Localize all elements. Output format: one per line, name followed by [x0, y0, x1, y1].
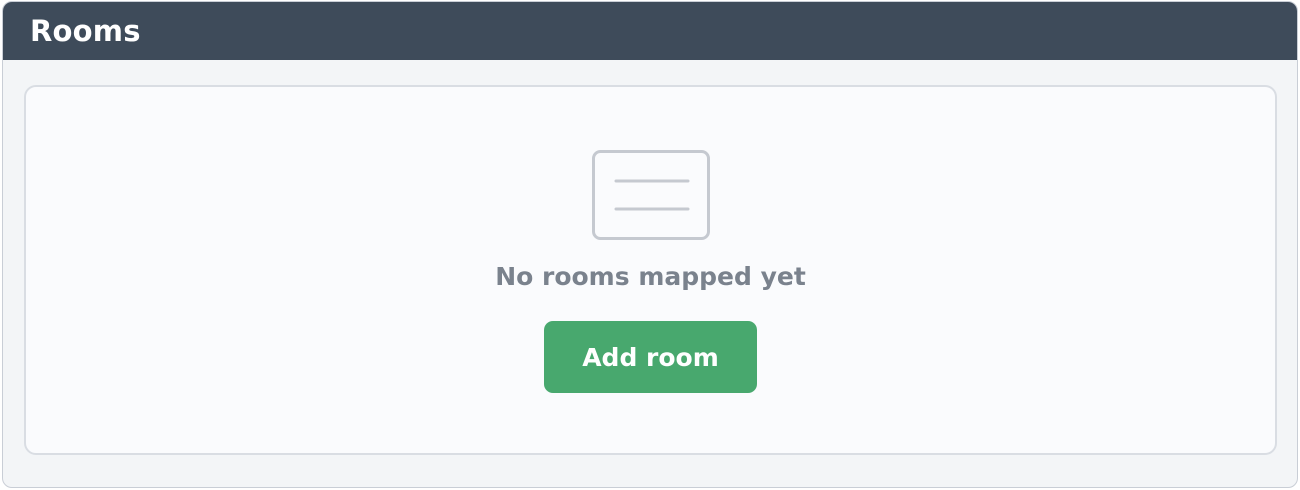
empty-list-icon — [592, 150, 710, 240]
panel-header: Rooms — [3, 2, 1297, 60]
panel-title: Rooms — [30, 14, 141, 48]
empty-state-card: No rooms mapped yet Add room — [24, 85, 1277, 455]
empty-state-message: No rooms mapped yet — [495, 262, 806, 291]
rooms-panel: Rooms No rooms mapped yet Add room — [2, 1, 1298, 488]
add-room-button[interactable]: Add room — [544, 321, 757, 393]
